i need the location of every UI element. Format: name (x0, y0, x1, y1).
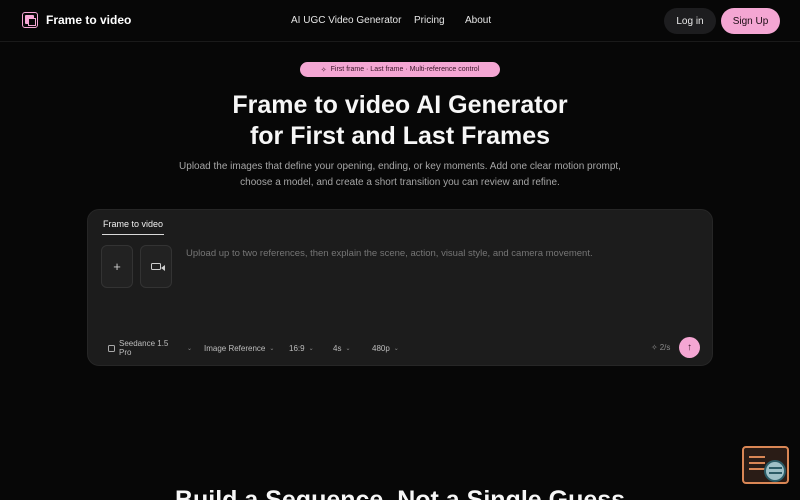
credit-cost: ✧ 2/s (651, 343, 670, 352)
spark-icon: ✧ (651, 343, 658, 352)
aspect-ratio-select[interactable]: 16:9 ⌄ (283, 340, 327, 356)
spark-icon: ✧ (320, 66, 327, 74)
credit-cost-value: 2/s (659, 343, 671, 352)
resolution-value: 480p (372, 343, 390, 353)
model-select[interactable]: Seedance 1.5 Pro ⌄ (102, 339, 198, 357)
nav-ai-ugc-video-generator[interactable]: AI UGC Video Generator (291, 15, 414, 26)
site-header: Frame to video AI UGC Video Generator Pr… (0, 0, 800, 42)
nav-about[interactable]: About (465, 15, 491, 26)
feature-badge-text: First frame · Last frame · Multi-referen… (330, 66, 480, 73)
page-subtitle-line-2: choose a model, and create a short trans… (240, 176, 560, 188)
brand-logo[interactable]: Frame to video (22, 12, 131, 28)
chevron-down-icon: ⌄ (345, 345, 351, 352)
search-document-icon[interactable] (742, 446, 789, 484)
prompt-input[interactable] (186, 248, 686, 259)
login-button[interactable]: Log in (664, 8, 716, 34)
reference-mode-value: Image Reference (204, 343, 266, 353)
add-video-reference-button[interactable] (140, 245, 172, 288)
page-title: Frame to video AI Generator for First an… (0, 90, 800, 152)
video-camera-icon (151, 263, 165, 271)
film-frame-icon (22, 12, 38, 28)
signup-button[interactable]: Sign Up (721, 8, 780, 34)
brand-name: Frame to video (46, 13, 132, 27)
page-subtitle-line-1: Upload the images that define your openi… (179, 161, 621, 172)
page-subtitle: Upload the images that define your openi… (170, 159, 630, 190)
aspect-ratio-value: 16:9 (289, 343, 305, 353)
main-nav: AI UGC Video Generator Pricing About (291, 15, 491, 26)
chevron-down-icon: ⌄ (308, 345, 314, 352)
arrow-up-icon: ↑ (687, 342, 692, 353)
page-title-line-2: for First and Last Frames (249, 122, 551, 150)
chevron-down-icon: ⌄ (269, 345, 275, 352)
chip-icon (108, 344, 115, 352)
feature-badge: ✧ First frame · Last frame · Multi-refer… (300, 62, 500, 77)
plus-icon: + (113, 259, 121, 274)
generator-composer: Frame to video + Seedance 1.5 Pro ⌄ Imag… (87, 209, 713, 366)
add-reference-button[interactable]: + (101, 245, 133, 288)
duration-select[interactable]: 4s ⌄ (327, 340, 366, 356)
options-bar: Seedance 1.5 Pro ⌄ Image Reference ⌄ 16:… (102, 339, 411, 357)
resolution-select[interactable]: 480p ⌄ (366, 340, 411, 356)
duration-value: 4s (333, 343, 342, 353)
page-title-line-1: Frame to video AI Generator (232, 91, 568, 119)
model-select-value: Seedance 1.5 Pro (119, 339, 169, 357)
nav-pricing[interactable]: Pricing (414, 15, 465, 26)
chevron-down-icon: ⌄ (186, 345, 193, 352)
generate-button[interactable]: ↑ (679, 337, 700, 358)
chevron-down-icon: ⌄ (393, 345, 399, 352)
reference-mode-select[interactable]: Image Reference ⌄ (198, 340, 283, 356)
tab-frame-to-video[interactable]: Frame to video (102, 219, 164, 235)
section-heading: Build a Sequence, Not a Single Guess (174, 486, 626, 500)
